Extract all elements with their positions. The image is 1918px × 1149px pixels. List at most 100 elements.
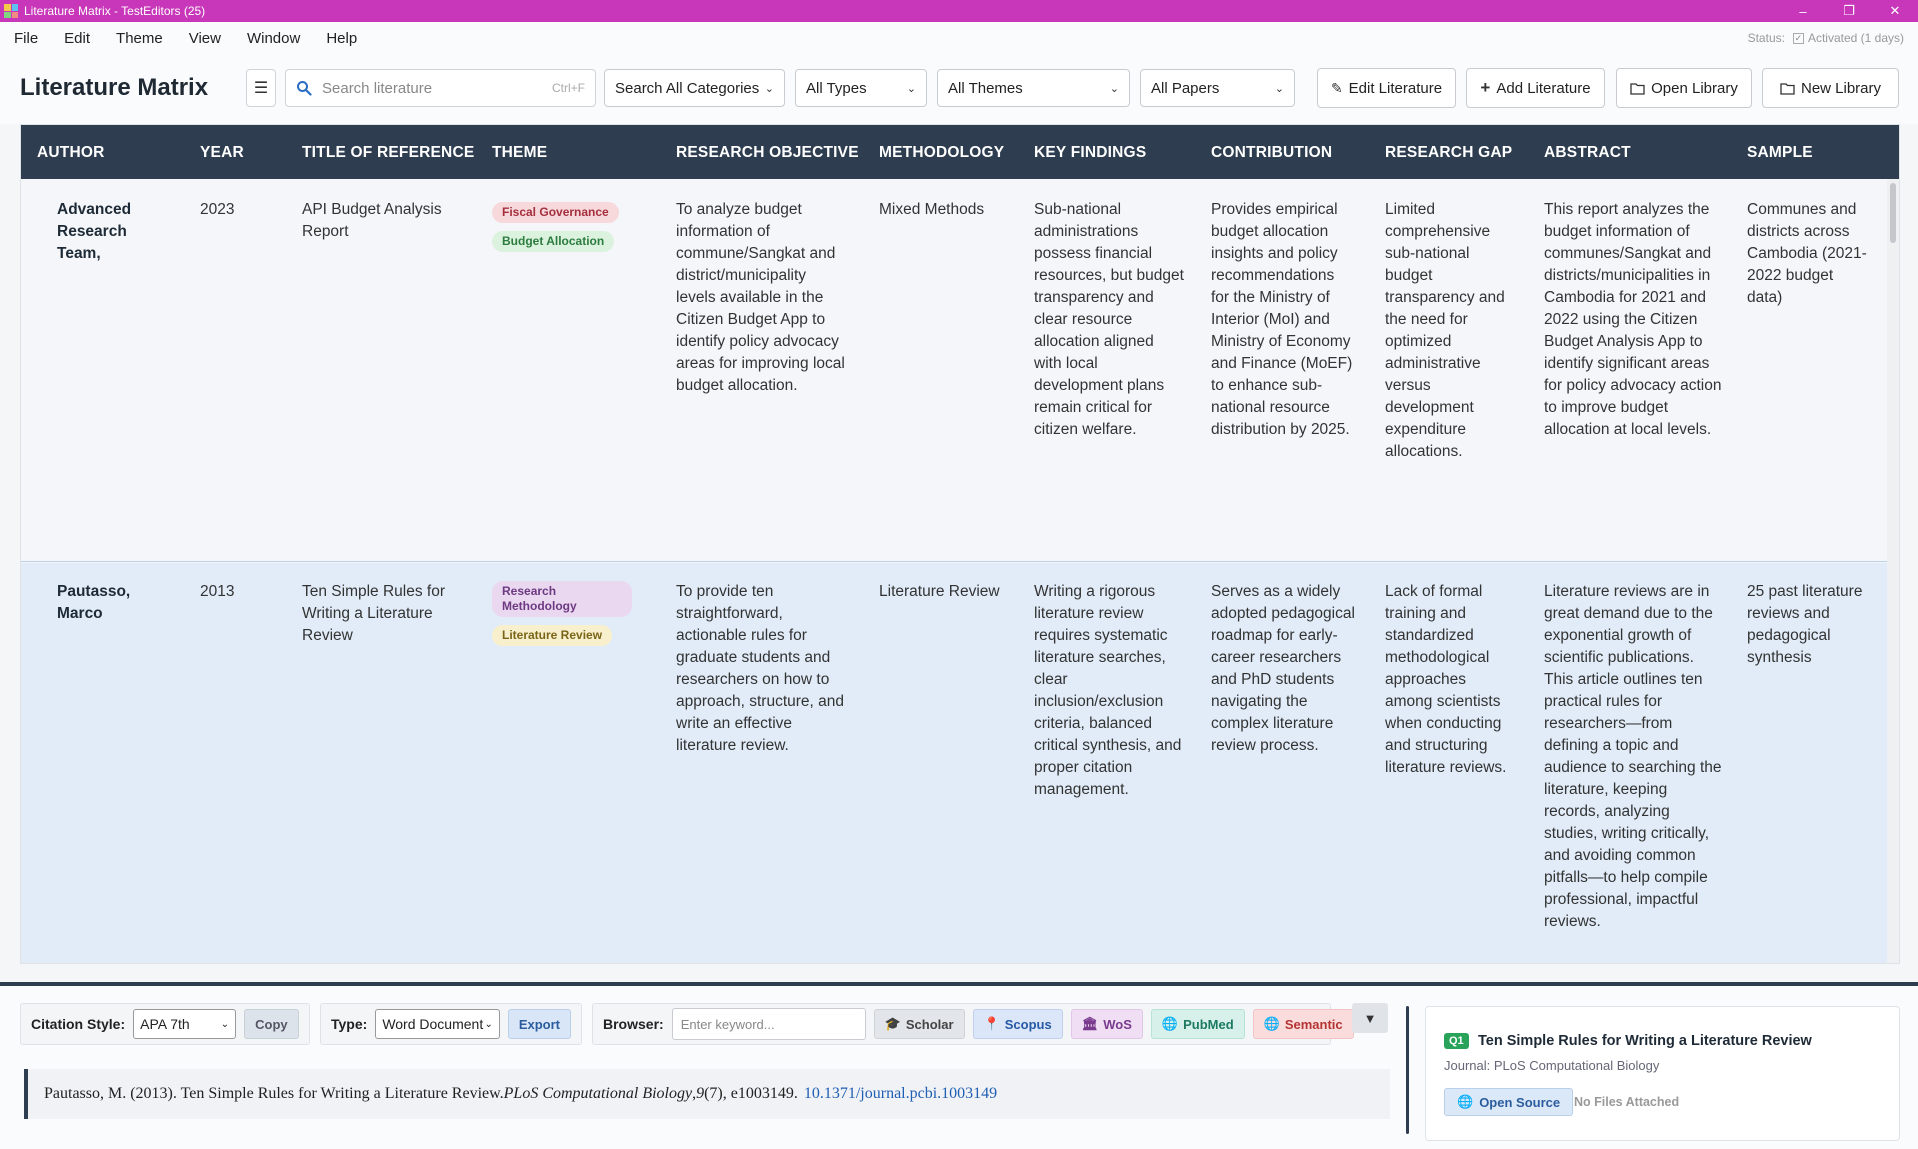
theme-tag[interactable]: Literature Review	[492, 625, 613, 646]
menu-theme[interactable]: Theme	[103, 30, 176, 47]
add-literature-label: Add Literature	[1496, 79, 1591, 97]
theme-tag[interactable]: Research Methodology	[492, 581, 632, 617]
scopus-label: Scopus	[1004, 1016, 1052, 1032]
collapse-button[interactable]: ▼	[1352, 1003, 1388, 1033]
open-library-button[interactable]: Open Library	[1616, 68, 1752, 108]
globe-icon: 🌐	[1263, 1016, 1280, 1031]
add-literature-button[interactable]: + Add Literature	[1466, 68, 1605, 108]
theme-tag[interactable]: Budget Allocation	[492, 231, 615, 252]
new-library-label: New Library	[1800, 79, 1882, 97]
column-sample[interactable]: SAMPLE	[1747, 144, 1813, 162]
cell-year: 2013	[200, 583, 235, 600]
bottom-panel: Citation Style: APA 7th ⌄ Copy Type: Wor…	[0, 982, 1918, 1149]
copy-button[interactable]: Copy	[244, 1009, 299, 1039]
category-select[interactable]: Search All Categories ⌄	[604, 69, 785, 107]
activation-status: Status: ✓ Activated (1 days)	[1748, 31, 1904, 45]
new-library-button[interactable]: New Library	[1762, 68, 1899, 108]
column-findings[interactable]: KEY FINDINGS	[1034, 144, 1146, 162]
doi-link[interactable]: 10.1371/journal.pcbi.1003149	[804, 1085, 997, 1103]
cell-author: Pautasso, Marco	[57, 583, 131, 622]
scopus-button[interactable]: 📍 Scopus	[972, 1009, 1063, 1039]
globe-icon: 🌐	[1457, 1094, 1474, 1109]
edit-literature-label: Edit Literature	[1348, 79, 1443, 97]
theme-select[interactable]: All Themes ⌄	[937, 69, 1130, 107]
cell-year: 2023	[200, 201, 235, 218]
papers-select[interactable]: All Papers ⌄	[1140, 69, 1295, 107]
export-type-select[interactable]: Word Document ⌄	[375, 1009, 500, 1039]
browser-label: Browser:	[603, 1016, 664, 1032]
table-header: AUTHOR YEAR TITLE OF REFERENCE THEME RES…	[21, 125, 1899, 179]
semantic-button[interactable]: 🌐 Semantic	[1252, 1009, 1354, 1039]
open-source-label: Open Source	[1479, 1094, 1561, 1110]
search-input[interactable]	[322, 79, 552, 97]
chevron-down-icon: ⌄	[220, 1018, 230, 1030]
citation-style-label: Citation Style:	[31, 1016, 126, 1032]
window-title: Literature Matrix - TestEditors (25)	[24, 4, 206, 18]
column-title[interactable]: TITLE OF REFERENCE	[302, 144, 474, 162]
column-theme[interactable]: THEME	[492, 144, 547, 162]
triangle-down-icon: ▼	[1363, 1010, 1377, 1026]
scholar-label: Scholar	[905, 1016, 954, 1032]
theme-select-value: All Themes	[948, 79, 1023, 97]
scholar-button[interactable]: 🎓 Scholar	[873, 1009, 965, 1039]
export-button[interactable]: Export	[507, 1009, 571, 1039]
close-button[interactable]: ✕	[1872, 0, 1918, 22]
table-scrollbar[interactable]	[1887, 179, 1899, 963]
table-row[interactable]: Advanced Research Team, 2023 API Budget …	[21, 179, 1889, 562]
cell-author: Advanced Research Team,	[57, 201, 132, 262]
restore-button[interactable]: ❐	[1826, 0, 1872, 22]
cell-abstract: This report analyzes the budget informat…	[1544, 201, 1722, 438]
card-title: Ten Simple Rules for Writing a Literatur…	[1478, 1033, 1812, 1049]
menu-file[interactable]: File	[0, 30, 51, 47]
theme-tag[interactable]: Fiscal Governance	[492, 202, 619, 223]
status-label: Status:	[1747, 31, 1785, 45]
type-select[interactable]: All Types ⌄	[795, 69, 927, 107]
cell-contribution: Provides empirical budget allocation ins…	[1211, 201, 1353, 438]
pubmed-button[interactable]: 🌐 PubMed	[1150, 1009, 1245, 1039]
search-icon	[297, 81, 312, 96]
type-label: Type:	[331, 1016, 368, 1032]
cell-methodology: Literature Review	[879, 583, 1000, 600]
menu-help[interactable]: Help	[313, 30, 370, 47]
scrollbar-thumb[interactable]	[1890, 183, 1896, 243]
type-select-value: All Types	[806, 79, 867, 97]
folder-icon	[1780, 82, 1795, 95]
institution-icon: 🏛	[1081, 1016, 1099, 1031]
graduation-cap-icon: 🎓	[884, 1016, 901, 1031]
wos-button[interactable]: 🏛 WoS	[1070, 1009, 1143, 1039]
pin-icon: 📍	[983, 1016, 1000, 1031]
cell-findings: Sub-national administrations possess fin…	[1034, 201, 1184, 438]
open-source-button[interactable]: 🌐 Open Source	[1444, 1088, 1574, 1116]
papers-select-value: All Papers	[1151, 79, 1220, 97]
minimize-button[interactable]: –	[1780, 0, 1826, 22]
chevron-down-icon: ⌄	[906, 82, 916, 95]
cell-theme: Research Methodology Literature Review	[492, 581, 632, 653]
toolbar: Literature Matrix ☰ Ctrl+F Search All Ca…	[0, 54, 1918, 124]
cell-sample: 25 past literature reviews and pedagogic…	[1747, 583, 1863, 666]
cell-theme: Fiscal Governance Budget Allocation	[492, 201, 642, 259]
menu-view[interactable]: View	[176, 30, 234, 47]
keyword-input[interactable]	[671, 1008, 866, 1040]
edit-literature-button[interactable]: ✎ Edit Literature	[1317, 68, 1456, 108]
column-objective[interactable]: RESEARCH OBJECTIVE	[676, 144, 859, 162]
menu-edit[interactable]: Edit	[51, 30, 103, 47]
cell-findings: Writing a rigorous literature review req…	[1034, 583, 1182, 798]
search-box[interactable]: Ctrl+F	[285, 69, 596, 107]
export-group: Type: Word Document ⌄ Export	[320, 1003, 582, 1045]
menu-window[interactable]: Window	[234, 30, 313, 47]
table-row-selected[interactable]: Pautasso, Marco 2013 Ten Simple Rules fo…	[21, 563, 1889, 963]
column-contribution[interactable]: CONTRIBUTION	[1211, 144, 1332, 162]
cell-objective: To provide ten straightforward, actionab…	[676, 583, 845, 754]
column-methodology[interactable]: METHODOLOGY	[879, 144, 1004, 162]
column-gap[interactable]: RESEARCH GAP	[1385, 144, 1512, 162]
citation-rest: (7), e1003149.	[704, 1085, 798, 1102]
citation-style-select[interactable]: APA 7th ⌄	[133, 1009, 237, 1039]
citation-journal: PLoS Computational Biology	[503, 1085, 693, 1102]
menu-toggle-button[interactable]: ☰	[246, 69, 276, 107]
chevron-down-icon: ⌄	[484, 1018, 493, 1030]
column-year[interactable]: YEAR	[200, 144, 244, 162]
plus-icon: +	[1480, 78, 1491, 97]
citation-prefix: Pautasso, M. (2013). Ten Simple Rules fo…	[44, 1085, 504, 1102]
column-author[interactable]: AUTHOR	[37, 144, 105, 162]
column-abstract[interactable]: ABSTRACT	[1544, 144, 1631, 162]
